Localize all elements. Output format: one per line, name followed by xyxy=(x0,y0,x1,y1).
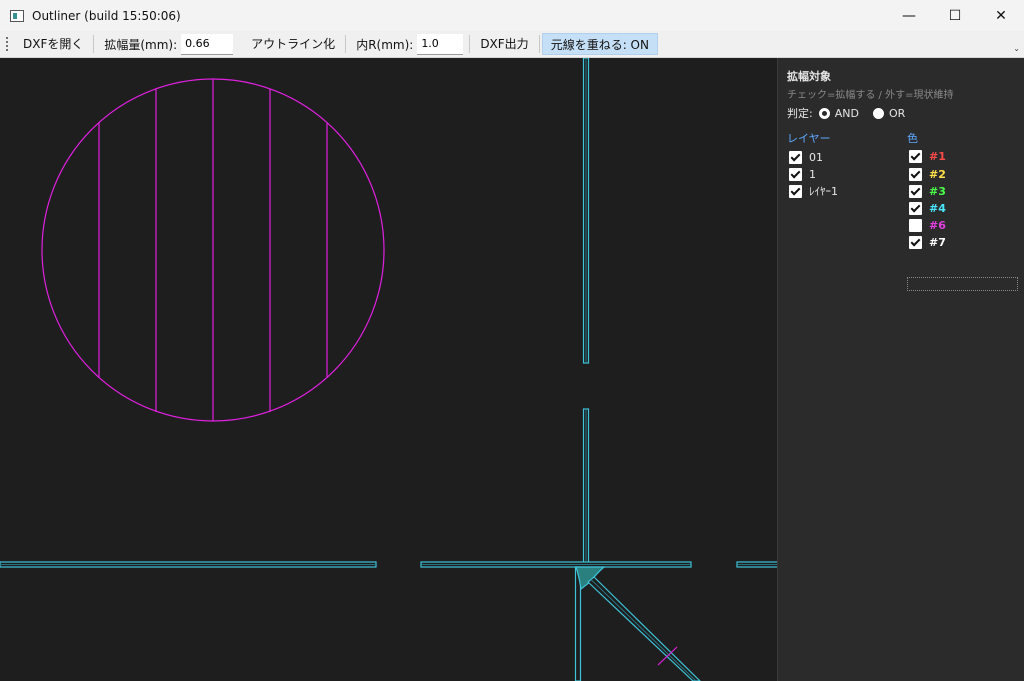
layer-label: 01 xyxy=(809,150,823,164)
layer-checkbox-row[interactable]: 1 xyxy=(789,166,816,182)
color-label: #2 xyxy=(929,167,946,181)
drawing-svg xyxy=(0,58,777,681)
toolbar-separator xyxy=(345,35,347,53)
focus-indicator xyxy=(907,277,1018,291)
color-checkbox[interactable] xyxy=(909,235,922,249)
color-checkbox-row[interactable]: #3 xyxy=(909,183,946,199)
color-label: #4 xyxy=(929,201,946,215)
color-checkbox-row[interactable]: #7 xyxy=(909,234,946,250)
close-button[interactable]: ✕ xyxy=(978,0,1024,31)
judge-row: 判定: AND OR xyxy=(787,105,905,121)
toolbar-separator xyxy=(538,35,540,53)
layer-checkbox[interactable] xyxy=(789,150,802,164)
color-checkbox[interactable] xyxy=(909,201,922,215)
layer-checkbox-row[interactable]: 01 xyxy=(789,149,823,165)
toolbar-grip-icon[interactable] xyxy=(5,36,9,52)
judge-or-label[interactable]: OR xyxy=(889,107,905,120)
minimize-button[interactable]: — xyxy=(886,0,932,31)
layers-header: レイヤー xyxy=(787,132,831,145)
layer-label: ﾚｲﾔｰ1 xyxy=(809,185,838,198)
color-checkbox[interactable] xyxy=(909,218,922,232)
hatched-circle xyxy=(41,78,385,422)
color-checkbox[interactable] xyxy=(909,167,922,181)
layer-checkbox[interactable] xyxy=(789,184,802,198)
layer-checkbox-row[interactable]: ﾚｲﾔｰ1 xyxy=(789,183,838,199)
outlined-strips xyxy=(0,58,777,681)
color-checkbox-row[interactable]: #1 xyxy=(909,148,946,164)
layer-label: 1 xyxy=(809,167,816,181)
judge-label: 判定: xyxy=(787,107,813,120)
toolbar-overflow-icon[interactable]: ⌄ xyxy=(1013,44,1020,53)
drawing-canvas[interactable] xyxy=(0,58,777,681)
judge-and-label[interactable]: AND xyxy=(835,107,859,120)
panel-title: 拡幅対象 xyxy=(787,70,831,83)
title-bar: Outliner (build 15:50:06) — ☐ ✕ xyxy=(0,0,1024,31)
open-dxf-button[interactable]: DXFを開く xyxy=(15,33,91,55)
expand-amount-label: 拡幅量(mm): xyxy=(104,37,178,52)
window-controls: — ☐ ✕ xyxy=(886,0,1024,31)
color-label: #6 xyxy=(929,218,946,232)
toolbar: DXFを開く 拡幅量(mm): アウトライン化 内R(mm): DXF出力 元線… xyxy=(0,31,1024,58)
layer-checkbox[interactable] xyxy=(789,167,802,181)
panel-hint: チェック=拡幅する / 外す=現状維持 xyxy=(787,90,954,101)
expand-amount-input[interactable] xyxy=(181,33,234,55)
toolbar-separator xyxy=(469,35,471,53)
inner-radius-input[interactable] xyxy=(417,33,464,55)
color-checkbox[interactable] xyxy=(909,184,922,198)
inner-radius-label: 内R(mm): xyxy=(356,37,414,52)
export-dxf-button[interactable]: DXF出力 xyxy=(472,33,536,55)
maximize-button[interactable]: ☐ xyxy=(932,0,978,31)
junction xyxy=(575,566,701,681)
color-checkbox-row[interactable]: #4 xyxy=(909,200,946,216)
color-label: #7 xyxy=(929,235,946,249)
color-label: #3 xyxy=(929,184,946,198)
window-title: Outliner (build 15:50:06) xyxy=(32,8,181,23)
color-checkbox-row[interactable]: #2 xyxy=(909,166,946,182)
color-checkbox-row[interactable]: #6 xyxy=(909,217,946,233)
strip-centerlines xyxy=(0,58,777,565)
color-label: #1 xyxy=(929,149,946,163)
expansion-target-panel: 拡幅対象 チェック=拡幅する / 外す=現状維持 判定: AND OR レイヤー… xyxy=(777,58,1024,681)
colors-header: 色 xyxy=(907,132,918,145)
color-checkbox[interactable] xyxy=(909,149,922,163)
app-icon xyxy=(10,9,24,22)
toolbar-separator xyxy=(93,35,95,53)
overlay-toggle-button[interactable]: 元線を重ねる: ON xyxy=(541,33,658,55)
outline-button[interactable]: アウトライン化 xyxy=(243,33,343,55)
judge-and-radio[interactable] xyxy=(818,107,830,119)
judge-or-radio[interactable] xyxy=(872,107,884,119)
